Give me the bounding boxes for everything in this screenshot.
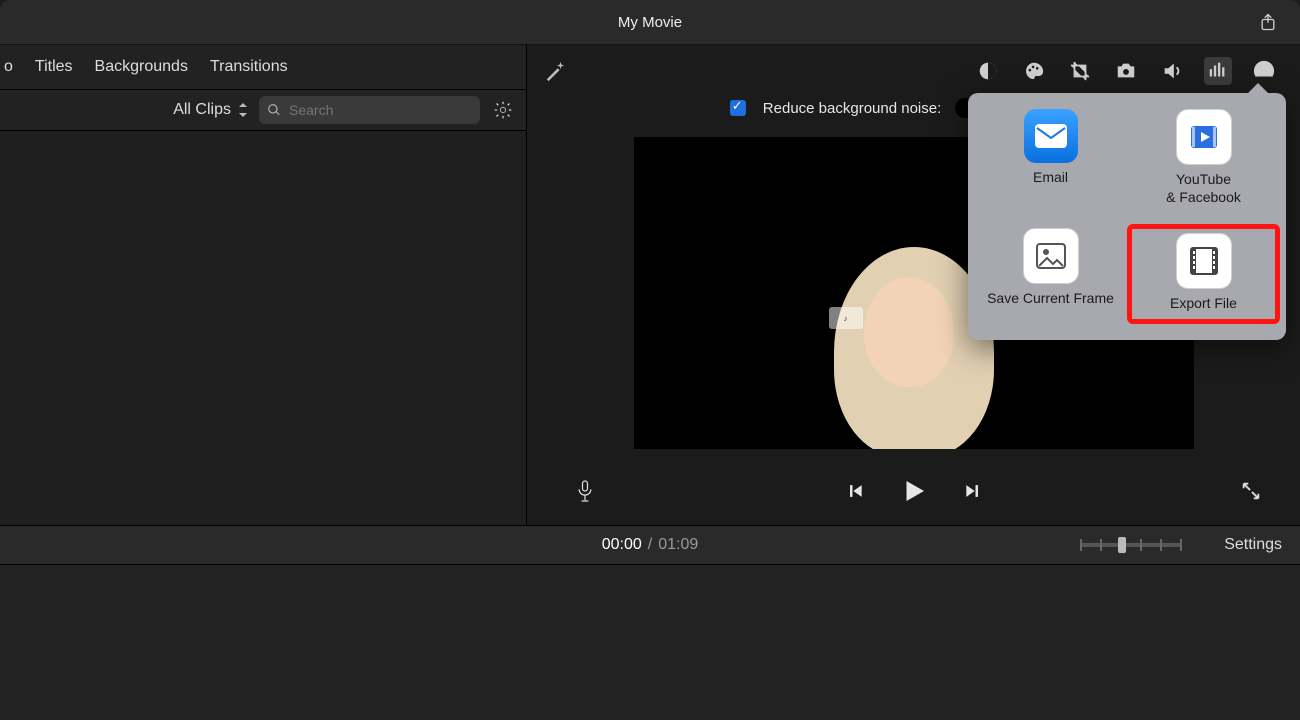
media-browser-area bbox=[0, 131, 527, 525]
search-icon bbox=[267, 103, 281, 117]
share-button[interactable] bbox=[1254, 10, 1282, 34]
chevron-updown-icon bbox=[237, 103, 249, 117]
current-time: 00:00 bbox=[602, 536, 642, 554]
contrast-icon bbox=[977, 60, 999, 82]
image-icon bbox=[1023, 228, 1079, 284]
inspector-toolbar bbox=[535, 53, 1292, 89]
frame-watermark: ♪ bbox=[829, 307, 863, 329]
reduce-noise-checkbox[interactable] bbox=[730, 100, 746, 116]
camera-icon bbox=[1115, 60, 1137, 82]
media-tabs: o Titles Backgrounds Transitions bbox=[0, 45, 526, 90]
clips-filter-dropdown[interactable]: All Clips bbox=[173, 101, 249, 119]
titlebar: My Movie bbox=[0, 0, 1300, 45]
speaker-icon bbox=[1161, 60, 1183, 82]
tab-titles[interactable]: Titles bbox=[35, 58, 73, 76]
browser-toolbar: All Clips bbox=[0, 90, 526, 131]
tab-transitions[interactable]: Transitions bbox=[210, 58, 288, 76]
voiceover-button[interactable] bbox=[575, 478, 595, 509]
share-save-frame[interactable]: Save Current Frame bbox=[974, 224, 1127, 324]
clips-filter-label: All Clips bbox=[173, 101, 231, 119]
skip-back-icon bbox=[845, 481, 865, 501]
skip-forward-icon bbox=[963, 481, 983, 501]
volume-button[interactable] bbox=[1158, 57, 1186, 85]
wand-icon bbox=[544, 60, 566, 82]
microphone-icon bbox=[575, 478, 595, 504]
playback-controls bbox=[527, 476, 1300, 511]
crop-icon bbox=[1069, 60, 1091, 82]
play-icon bbox=[899, 476, 929, 506]
total-duration: 01:09 bbox=[658, 536, 698, 554]
share-email-label: Email bbox=[1033, 169, 1068, 187]
reduce-noise-label: Reduce background noise: bbox=[763, 100, 941, 117]
timeline-settings-button[interactable]: Settings bbox=[1224, 536, 1282, 554]
gauge-icon bbox=[1253, 60, 1275, 82]
share-export-file[interactable]: Export File bbox=[1127, 224, 1280, 324]
playhead-time: 00:00 / 01:09 bbox=[602, 536, 699, 554]
share-popover: Email YouTube & Facebook Save Current Fr… bbox=[968, 93, 1286, 340]
next-button[interactable] bbox=[963, 481, 983, 506]
video-site-icon bbox=[1176, 109, 1232, 165]
film-icon bbox=[1176, 233, 1232, 289]
color-balance-button[interactable] bbox=[974, 57, 1002, 85]
settings-gear-button[interactable] bbox=[490, 97, 516, 123]
tab-backgrounds[interactable]: Backgrounds bbox=[95, 58, 188, 76]
search-input[interactable] bbox=[287, 101, 472, 119]
search-field[interactable] bbox=[259, 96, 480, 124]
frame-face bbox=[864, 277, 954, 387]
equalizer-icon bbox=[1207, 60, 1229, 82]
share-youtube-facebook[interactable]: YouTube & Facebook bbox=[1127, 105, 1280, 210]
share-save-frame-label: Save Current Frame bbox=[987, 290, 1114, 308]
speed-button[interactable] bbox=[1250, 57, 1278, 85]
crop-button[interactable] bbox=[1066, 57, 1094, 85]
timeline-area[interactable] bbox=[0, 565, 1300, 720]
stabilization-button[interactable] bbox=[1112, 57, 1140, 85]
gear-icon bbox=[493, 100, 513, 120]
fullscreen-button[interactable] bbox=[1240, 480, 1262, 507]
color-correction-button[interactable] bbox=[1020, 57, 1048, 85]
noise-reduction-button[interactable] bbox=[1204, 57, 1232, 85]
email-icon bbox=[1024, 109, 1078, 163]
enhance-wand-button[interactable] bbox=[535, 53, 575, 89]
share-icon bbox=[1258, 11, 1278, 33]
play-button[interactable] bbox=[899, 476, 929, 511]
share-youtube-label: YouTube & Facebook bbox=[1166, 171, 1241, 206]
tab-audio-partial[interactable]: o bbox=[4, 58, 13, 76]
timeline-toolbar: 00:00 / 01:09 Settings bbox=[0, 525, 1300, 565]
palette-icon bbox=[1023, 60, 1045, 82]
timeline-zoom-slider[interactable] bbox=[1080, 543, 1180, 547]
window-title: My Movie bbox=[618, 14, 682, 31]
zoom-knob[interactable] bbox=[1118, 537, 1126, 553]
previous-button[interactable] bbox=[845, 481, 865, 506]
share-email[interactable]: Email bbox=[974, 105, 1127, 210]
share-export-file-label: Export File bbox=[1170, 295, 1237, 313]
expand-icon bbox=[1240, 480, 1262, 502]
